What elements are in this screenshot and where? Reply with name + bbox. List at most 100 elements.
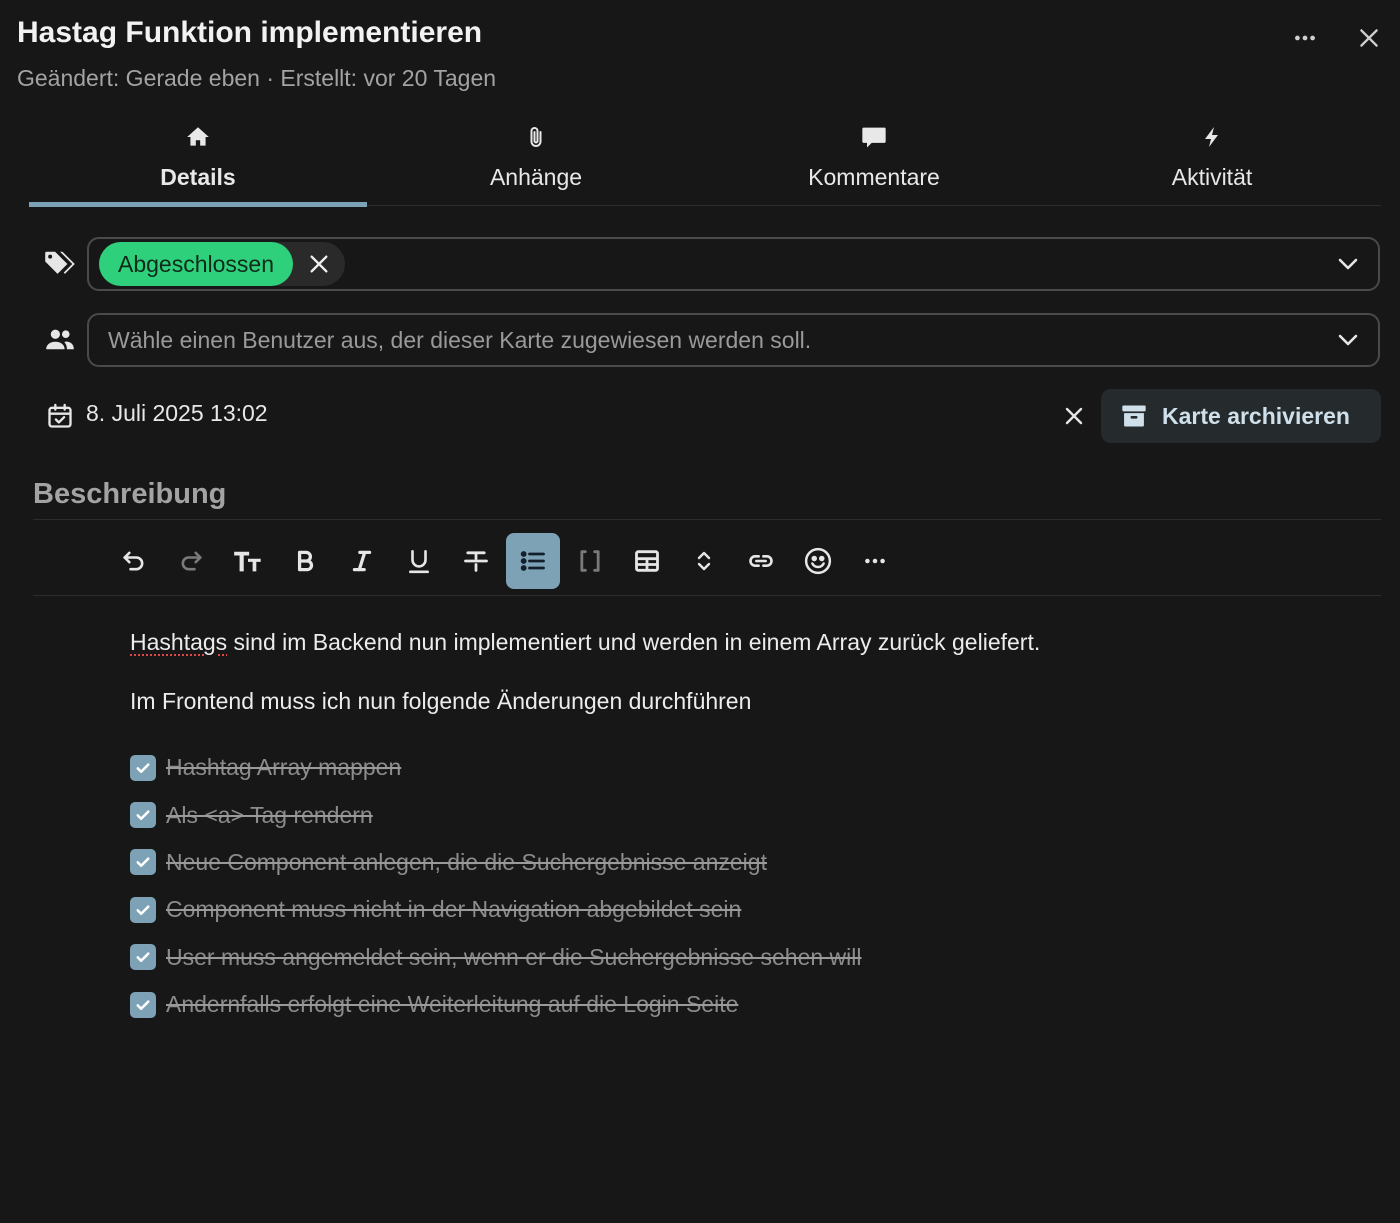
divider [33, 519, 1381, 520]
tab-activity[interactable]: Aktivität [1043, 114, 1381, 205]
paragraph-text: sind im Backend nun implementiert und we… [227, 629, 1041, 655]
checklist-item: User muss angemeldet sein, wenn er die S… [130, 934, 1330, 981]
checklist-item: Component muss nicht in der Navigation a… [130, 886, 1330, 933]
undo-button[interactable] [107, 533, 161, 589]
more-options-button[interactable] [1285, 18, 1325, 58]
card-header: Hastag Funktion implementieren Geändert:… [17, 14, 1383, 104]
bolt-icon [1200, 122, 1224, 152]
card-title[interactable]: Hastag Funktion implementieren [17, 16, 482, 50]
calendar-check-icon [43, 399, 77, 433]
strikethrough-button[interactable] [449, 533, 503, 589]
divider [33, 595, 1381, 596]
underline-button[interactable] [392, 533, 446, 589]
emoji-button[interactable] [791, 533, 845, 589]
assignee-placeholder: Wähle einen Benutzer aus, der dieser Kar… [108, 326, 812, 353]
checklist-item-text: Hashtag Array mappen [166, 754, 402, 781]
redo-icon [181, 551, 202, 571]
code-brackets-icon [580, 550, 600, 572]
tab-label: Details [160, 164, 236, 190]
tab-attachments[interactable]: Anhänge [367, 114, 705, 205]
checklist-item: Neue Component anlegen, die die Sucherge… [130, 839, 1330, 886]
table-button[interactable] [620, 533, 674, 589]
chevron-down-icon [1336, 328, 1360, 352]
checkbox[interactable] [130, 896, 156, 923]
close-icon [1065, 407, 1083, 425]
checkbox[interactable] [130, 944, 156, 971]
tab-label: Aktivität [1171, 164, 1253, 190]
underline-icon [409, 549, 429, 574]
comment-icon [860, 122, 888, 152]
tab-label: Kommentare [808, 164, 940, 190]
description-heading: Beschreibung [33, 478, 227, 510]
clear-date-button[interactable] [1054, 396, 1094, 436]
archive-card-label: Karte archivieren [1162, 402, 1350, 429]
tab-label: Anhänge [489, 164, 583, 190]
list-button[interactable] [506, 533, 560, 589]
emoji-icon [804, 547, 832, 575]
spellcheck-word: Hashtags [130, 629, 228, 655]
close-button[interactable] [1349, 18, 1389, 58]
checklist-item: Andernfalls erfolgt eine Weiterleitung a… [130, 981, 1330, 1028]
label-chip-text: Abgeschlossen [99, 242, 293, 286]
list-icon [520, 551, 545, 571]
tags-icon [43, 247, 77, 281]
chevron-down-icon [1336, 252, 1360, 276]
checklist-item-text: Als <a> Tag rendern [166, 801, 373, 828]
bold-button[interactable] [278, 533, 332, 589]
bold-icon [297, 550, 314, 572]
checklist-item: Als <a> Tag rendern [130, 791, 1330, 838]
check-icon [136, 763, 150, 773]
italic-button[interactable] [335, 533, 389, 589]
redo-button[interactable] [164, 533, 218, 589]
checkbox[interactable] [130, 991, 156, 1018]
tab-bar: Details Anhänge Kommentare Aktivität [29, 114, 1381, 207]
description-editor[interactable]: Hashtags sind im Backend nun implementie… [130, 626, 1330, 1028]
checkbox[interactable] [130, 754, 156, 781]
undo-icon [123, 551, 144, 571]
table-icon [635, 550, 659, 572]
users-icon [43, 323, 77, 357]
editor-toolbar [107, 533, 905, 589]
archive-card-button[interactable]: Karte archivieren [1101, 389, 1381, 443]
expand-icon [697, 551, 711, 571]
description-paragraph: Hashtags sind im Backend nun implementie… [130, 626, 1330, 658]
check-icon [136, 952, 150, 963]
remove-label-button[interactable] [293, 242, 345, 286]
close-icon [310, 255, 328, 273]
text-size-button[interactable] [221, 533, 275, 589]
tab-comments[interactable]: Kommentare [705, 114, 1043, 205]
checklist-item-text: User muss angemeldet sein, wenn er die S… [166, 943, 862, 970]
more-horizontal-icon [1295, 35, 1315, 41]
more-formatting-button[interactable] [848, 533, 902, 589]
check-icon [136, 857, 150, 868]
link-icon [749, 555, 773, 567]
expand-button[interactable] [677, 533, 731, 589]
due-date[interactable]: 8. Juli 2025 13:02 [86, 400, 268, 427]
check-icon [136, 999, 150, 1010]
more-icon [865, 558, 885, 564]
home-icon [184, 122, 212, 152]
check-icon [136, 810, 150, 821]
card-meta: Geändert: Gerade eben · Erstellt: vor 20… [17, 65, 497, 91]
link-button[interactable] [734, 533, 788, 589]
archive-icon [1120, 402, 1148, 430]
description-paragraph: Im Frontend muss ich nun folgende Änderu… [130, 688, 752, 714]
checklist-item-text: Andernfalls erfolgt eine Weiterleitung a… [166, 991, 739, 1018]
italic-icon [352, 550, 372, 572]
code-brackets-button[interactable] [563, 533, 617, 589]
paperclip-icon [524, 122, 548, 152]
strikethrough-icon [464, 551, 488, 572]
task-checklist: Hashtag Array mappen Als <a> Tag rendern… [130, 744, 1330, 1028]
checkbox[interactable] [130, 802, 156, 829]
checkbox[interactable] [130, 849, 156, 876]
labels-select[interactable]: Abgeschlossen [87, 237, 1380, 291]
checklist-item: Hashtag Array mappen [130, 744, 1330, 791]
close-icon [1360, 29, 1378, 47]
assignee-select[interactable]: Wähle einen Benutzer aus, der dieser Kar… [87, 313, 1380, 367]
check-icon [136, 905, 150, 915]
tab-details[interactable]: Details [29, 114, 367, 207]
checklist-item-text: Neue Component anlegen, die die Sucherge… [166, 848, 767, 875]
checklist-item-text: Component muss nicht in der Navigation a… [166, 896, 742, 923]
label-chip: Abgeschlossen [99, 242, 345, 286]
text-size-icon [234, 551, 261, 572]
